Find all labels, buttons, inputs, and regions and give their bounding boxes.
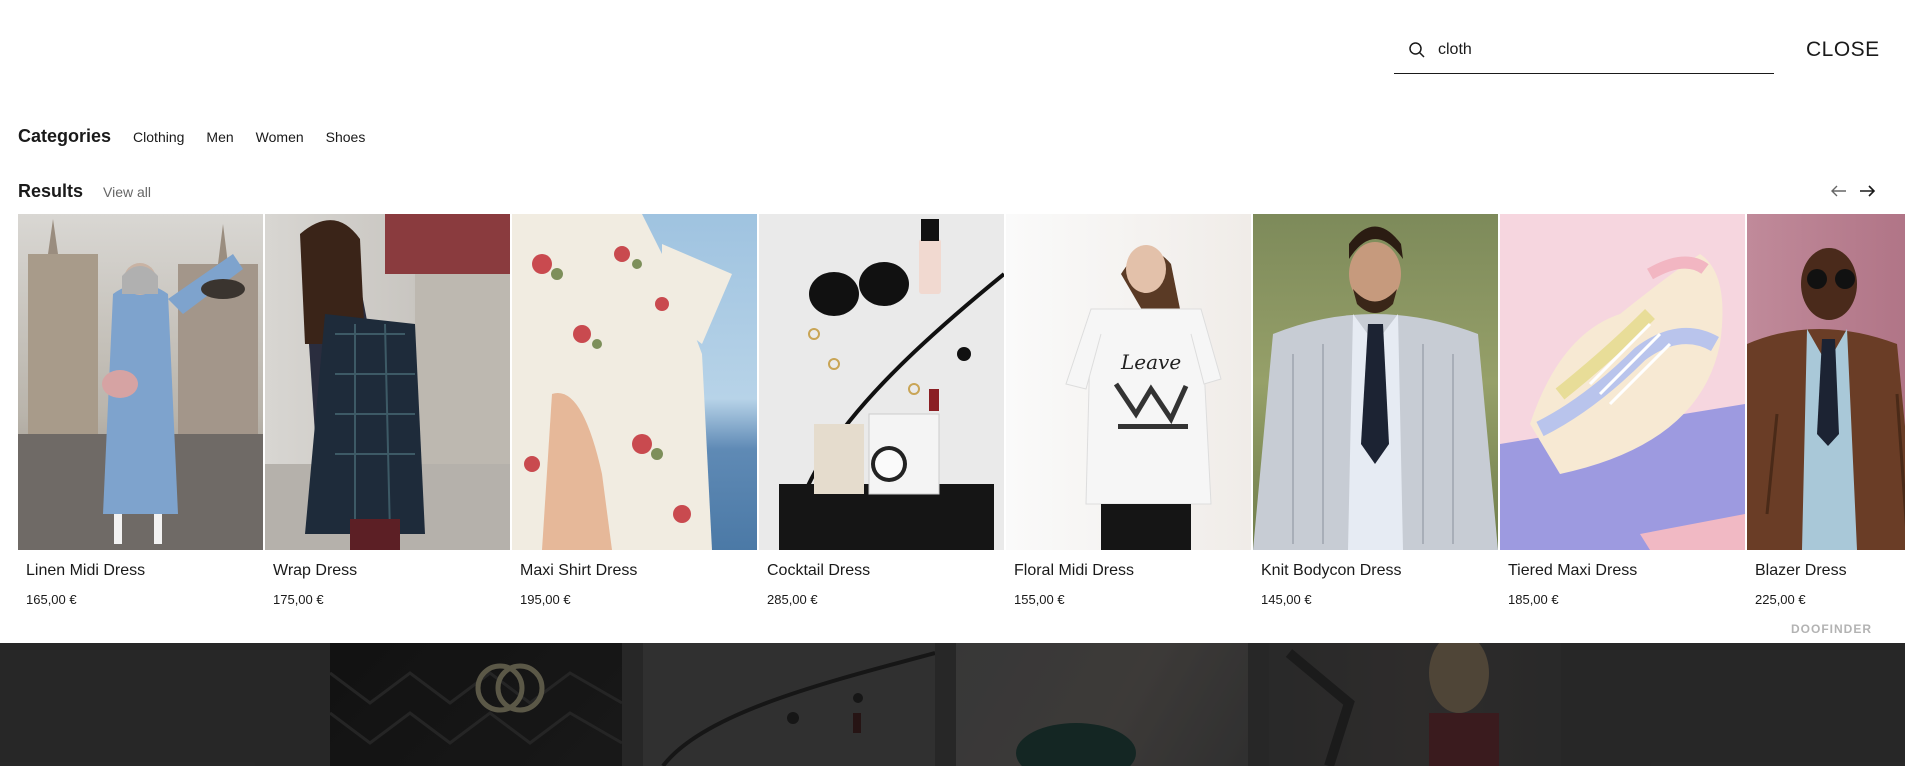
product-price: 165,00 € [26, 592, 77, 607]
product-image[interactable] [18, 214, 263, 550]
product-image[interactable] [1253, 214, 1498, 550]
results-header: Results View all [18, 181, 151, 202]
product-price: 155,00 € [1014, 592, 1065, 607]
categories-title: Categories [18, 126, 112, 146]
product-image[interactable] [759, 214, 1004, 550]
product-name[interactable]: Linen Midi Dress [26, 562, 263, 580]
background-page [0, 643, 1905, 766]
product-price: 175,00 € [273, 592, 324, 607]
product-name[interactable]: Maxi Shirt Dress [520, 562, 757, 580]
product-card[interactable]: Knit Bodycon Dress 145,00 € [1253, 214, 1498, 607]
results-carousel: Linen Midi Dress 165,00 € Wrap Dress 175… [18, 214, 1905, 614]
close-button[interactable]: CLOSE [1806, 38, 1880, 62]
category-women[interactable]: Women [256, 129, 304, 145]
product-name[interactable]: Blazer Dress [1755, 562, 1905, 580]
view-all-link[interactable]: View all [103, 184, 151, 200]
product-image[interactable] [1500, 214, 1745, 550]
product-card[interactable]: Blazer Dress 225,00 € [1747, 214, 1905, 607]
product-name[interactable]: Wrap Dress [273, 562, 510, 580]
category-shoes[interactable]: Shoes [326, 129, 366, 145]
product-image[interactable] [512, 214, 757, 550]
product-price: 195,00 € [520, 592, 571, 607]
svg-text:Leave: Leave [1120, 350, 1181, 374]
product-image[interactable] [265, 214, 510, 550]
arrow-right-icon[interactable] [1857, 183, 1877, 199]
doofinder-logo[interactable]: DOOFINDER [1791, 622, 1872, 636]
product-image[interactable] [1747, 214, 1905, 550]
product-name[interactable]: Floral Midi Dress [1014, 562, 1251, 580]
category-clothing[interactable]: Clothing [133, 129, 184, 145]
product-price: 145,00 € [1261, 592, 1312, 607]
search-bar[interactable] [1394, 26, 1774, 74]
product-card[interactable]: Tiered Maxi Dress 185,00 € [1500, 214, 1745, 607]
arrow-left-icon[interactable] [1829, 183, 1849, 199]
product-name[interactable]: Tiered Maxi Dress [1508, 562, 1745, 580]
product-card[interactable]: Linen Midi Dress 165,00 € [18, 214, 263, 607]
search-icon [1408, 41, 1426, 59]
product-price: 185,00 € [1508, 592, 1559, 607]
product-card[interactable]: Cocktail Dress 285,00 € [759, 214, 1004, 607]
product-card[interactable]: Leave Floral Midi Dress 155,00 € [1006, 214, 1251, 607]
categories-section: Categories Clothing Men Women Shoes [18, 126, 365, 147]
product-image[interactable]: Leave [1006, 214, 1251, 550]
product-price: 285,00 € [767, 592, 818, 607]
product-price: 225,00 € [1755, 592, 1806, 607]
search-input[interactable] [1438, 40, 1758, 59]
product-card[interactable]: Wrap Dress 175,00 € [265, 214, 510, 607]
results-title: Results [18, 181, 84, 201]
product-name[interactable]: Cocktail Dress [767, 562, 1004, 580]
product-card[interactable]: Maxi Shirt Dress 195,00 € [512, 214, 757, 607]
product-name[interactable]: Knit Bodycon Dress [1261, 562, 1498, 580]
search-overlay: CLOSE Categories Clothing Men Women Shoe… [0, 0, 1905, 643]
category-men[interactable]: Men [206, 129, 233, 145]
